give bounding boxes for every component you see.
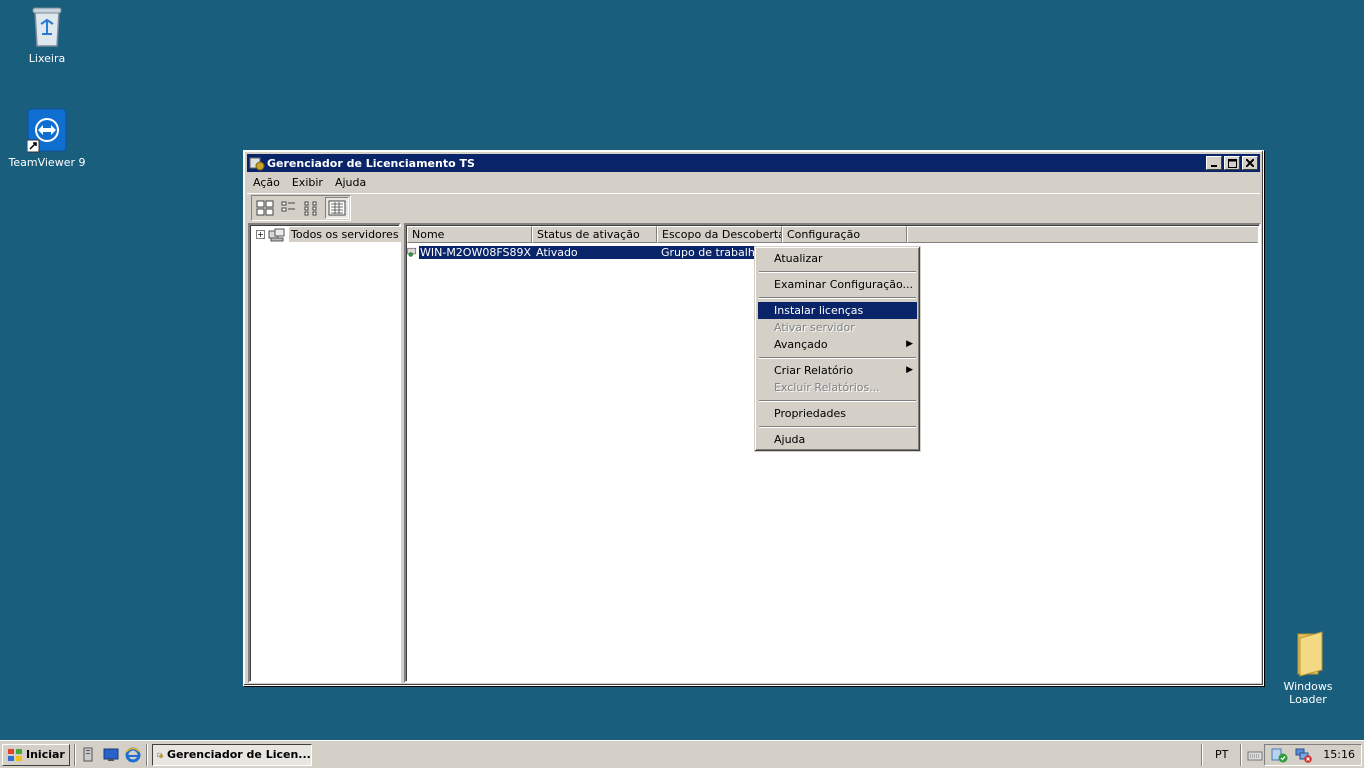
show-desktop-quicklaunch[interactable] (102, 746, 120, 764)
notification-area: 15:16 (1264, 743, 1362, 766)
minimize-icon (1211, 165, 1217, 167)
license-manager-icon (249, 157, 265, 171)
network-tray-icon-button[interactable] (1295, 746, 1313, 764)
menu-bar: Ação Exibir Ajuda (247, 173, 1260, 191)
taskbar-button-license-manager[interactable]: Gerenciador de Licen... (151, 743, 312, 766)
quick-launch (80, 746, 142, 764)
taskbar-separator (1200, 743, 1203, 766)
menu-item-propriedades[interactable]: Propriedades (758, 405, 917, 422)
tree-item-all-servers[interactable]: + Todos os servidores (256, 227, 401, 242)
desktop-icon-windows-loader[interactable]: Windows Loader (1268, 630, 1348, 706)
desktop-icon-label: TeamViewer 9 (8, 156, 86, 169)
network-disconnected-icon (1295, 748, 1313, 763)
folder-icon (1297, 631, 1323, 677)
column-header-status[interactable]: Status de ativação (532, 226, 657, 243)
menu-ajuda[interactable]: Ajuda (329, 176, 372, 189)
taskbar-separator (73, 743, 76, 766)
maximize-button[interactable] (1224, 156, 1240, 170)
desktop-icon-label: Lixeira (28, 52, 66, 65)
title-bar[interactable]: Gerenciador de Licenciamento TS (247, 154, 1260, 172)
menu-item-criar-relatorio[interactable]: Criar Relatório ▶ (758, 362, 917, 379)
column-header-configuracao[interactable]: Configuração (782, 226, 907, 243)
server-tree: + Todos os servidores (248, 223, 401, 683)
start-button[interactable]: Iniciar (2, 743, 70, 766)
teamviewer-icon (27, 108, 67, 153)
minimize-button[interactable] (1206, 156, 1222, 170)
small-icons-view-button[interactable] (277, 197, 301, 219)
security-tray-icon-button[interactable] (1271, 746, 1289, 764)
clock[interactable]: 15:16 (1323, 748, 1355, 761)
menu-acao[interactable]: Ação (247, 176, 286, 189)
submenu-arrow-icon: ▶ (906, 339, 913, 349)
license-manager-icon (157, 752, 163, 758)
keyboard-icon (1247, 751, 1263, 760)
column-header-filler (907, 226, 1258, 243)
desktop-icon-recycle-bin[interactable]: Lixeira (7, 2, 87, 65)
menu-item-label: Criar Relatório (774, 364, 854, 377)
servers-icon (268, 228, 285, 241)
view-button-group (251, 194, 351, 221)
internet-explorer-icon (125, 747, 141, 762)
security-shield-icon (1271, 748, 1288, 762)
menu-item-avancado[interactable]: Avançado ▶ (758, 336, 917, 353)
tree-item-label: Todos os servidores (289, 227, 401, 242)
menu-separator (758, 396, 917, 405)
taskbar-button-label: Gerenciador de Licen... (166, 748, 311, 761)
window-title: Gerenciador de Licenciamento TS (267, 156, 475, 170)
server-manager-icon (83, 747, 93, 761)
taskbar-separator (1240, 743, 1243, 766)
column-header-escopo[interactable]: Escopo da Descoberta (657, 226, 782, 243)
windows-logo-icon (8, 748, 22, 761)
server-name: WIN-M2OW08FS89X (419, 245, 532, 259)
list-view-button[interactable] (301, 197, 325, 219)
menu-separator (758, 293, 917, 302)
details-view-icon (328, 200, 346, 215)
server-name-cell: WIN-M2OW08FS89X (407, 245, 532, 259)
menu-separator (758, 353, 917, 362)
menu-item-label: Avançado (774, 338, 828, 351)
menu-item-ajuda[interactable]: Ajuda (758, 431, 917, 448)
menu-exibir[interactable]: Exibir (286, 176, 329, 189)
language-indicator[interactable]: PT (1207, 748, 1236, 761)
show-desktop-icon (103, 748, 119, 761)
context-menu: Atualizar Examinar Configuração... Insta… (754, 246, 921, 452)
taskbar: Iniciar Gerenciador de Licen... PT 15:16 (0, 740, 1364, 768)
menu-separator (758, 267, 917, 276)
menu-item-examinar-configuracao[interactable]: Examinar Configuração... (758, 276, 917, 293)
close-icon (1246, 159, 1254, 167)
submenu-arrow-icon: ▶ (906, 365, 913, 375)
start-label: Iniciar (26, 748, 65, 761)
close-button[interactable] (1242, 156, 1258, 170)
large-icons-view-icon (256, 200, 274, 215)
server-manager-quicklaunch[interactable] (80, 746, 98, 764)
desktop-icon-teamviewer[interactable]: TeamViewer 9 (7, 108, 87, 169)
tray-area: PT 15:16 (1197, 743, 1364, 766)
tree-expander[interactable]: + (256, 230, 265, 239)
list-header: Nome Status de ativação Escopo da Descob… (407, 226, 1258, 243)
recycle-bin-icon (32, 7, 62, 47)
toolbar (247, 193, 1260, 221)
column-header-nome[interactable]: Nome (407, 226, 532, 243)
menu-item-ativar-servidor: Ativar servidor (774, 321, 855, 334)
menu-item-excluir-relatorios: Excluir Relatórios... (774, 381, 880, 394)
internet-explorer-quicklaunch[interactable] (124, 746, 142, 764)
list-view-icon (304, 201, 317, 215)
menu-item-instalar-licencas[interactable]: Instalar licenças (758, 302, 917, 319)
server-icon (407, 247, 417, 257)
taskbar-separator (145, 743, 148, 766)
large-icons-view-button[interactable] (253, 197, 277, 219)
details-view-button[interactable] (325, 196, 349, 219)
menu-separator (758, 422, 917, 431)
menu-item-atualizar[interactable]: Atualizar (758, 250, 917, 267)
maximize-icon (1227, 158, 1237, 168)
desktop-icon-label: Windows Loader (1283, 680, 1333, 706)
small-icons-view-icon (281, 201, 295, 211)
activation-status-cell: Ativado (532, 245, 657, 259)
keyboard-tray[interactable] (1246, 746, 1264, 764)
